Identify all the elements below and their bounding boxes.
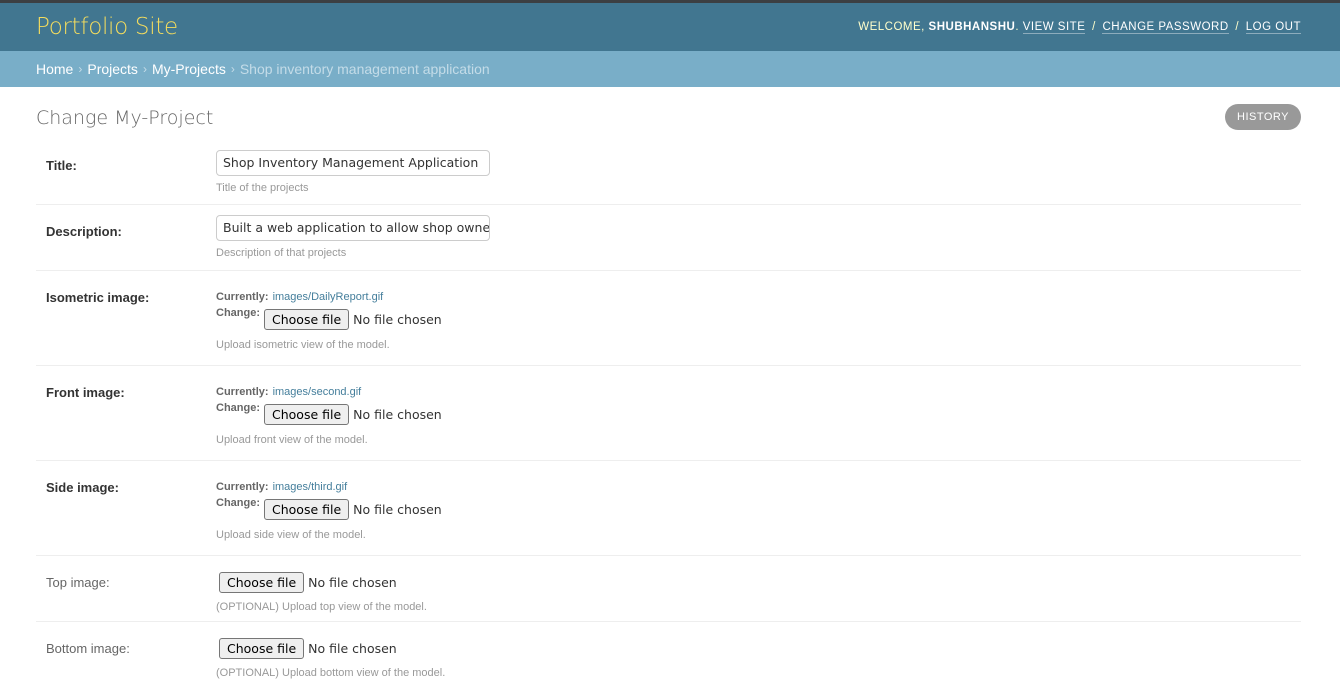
isometric-image-label: Isometric image: [46,290,150,305]
breadcrumb-my-projects[interactable]: My-Projects [152,61,226,77]
bottom-image-label: Bottom image: [46,641,130,656]
history-button[interactable]: HISTORY [1225,104,1301,130]
form-row-description: Description: Built a web application to … [36,205,1301,271]
front-choose-file-button[interactable]: Choose file [264,404,350,425]
breadcrumb-current: Shop inventory management application [239,61,490,77]
page-title: Change My-Project [36,107,214,129]
main-content: Change My-Project HISTORY Title: Shop In… [0,87,1340,688]
separator: / [1092,21,1096,33]
currently-label: Currently: [216,291,269,303]
breadcrumb-projects[interactable]: Projects [87,61,138,77]
change-label: Change: [216,402,260,414]
bottom-no-file-text: No file chosen [308,641,397,656]
log-out-link[interactable]: LOG OUT [1245,21,1301,34]
breadcrumb-home[interactable]: Home [36,61,73,77]
site-header: Portfolio Site WELCOME, SHUBHANSHU. VIEW… [0,3,1340,51]
front-no-file-text: No file chosen [353,407,442,422]
title-label: Title: [46,158,77,173]
form-row-isometric-image: Isometric image: Currently: images/Daily… [36,271,1301,366]
chevron-right-icon: › [78,62,83,76]
top-choose-file-button[interactable]: Choose file [219,572,305,593]
bottom-image-help: (OPTIONAL) Upload bottom view of the mod… [216,667,446,679]
form-row-bottom-image: Bottom image: Choose file No file chosen… [36,622,1301,688]
chevron-right-icon: › [230,62,235,76]
title-help: Title of the projects [216,182,309,194]
welcome-text: WELCOME, [858,21,925,33]
description-label: Description: [46,224,122,239]
top-no-file-text: No file chosen [308,575,397,590]
change-label: Change: [216,307,260,319]
top-image-help: (OPTIONAL) Upload top view of the model. [216,601,427,613]
change-label: Change: [216,497,260,509]
currently-label: Currently: [216,481,269,493]
form-row-side-image: Side image: Currently: images/third.gif … [36,461,1301,556]
change-password-link[interactable]: CHANGE PASSWORD [1102,21,1229,34]
isometric-choose-file-button[interactable]: Choose file [264,309,350,330]
breadcrumb: Home › Projects › My-Projects › Shop inv… [0,51,1340,87]
description-input[interactable]: Built a web application to allow shop ow… [216,215,490,241]
isometric-image-help: Upload isometric view of the model. [216,339,390,351]
view-site-link[interactable]: VIEW SITE [1022,21,1086,34]
isometric-no-file-text: No file chosen [353,312,442,327]
isometric-current-file-link[interactable]: images/DailyReport.gif [273,291,384,303]
description-help: Description of that projects [216,247,347,259]
user-tools: WELCOME, SHUBHANSHU. VIEW SITE / CHANGE … [858,21,1301,34]
front-image-help: Upload front view of the model. [216,434,368,446]
form-row-front-image: Front image: Currently: images/second.gi… [36,366,1301,461]
side-current-file-link[interactable]: images/third.gif [273,481,348,493]
separator: / [1235,21,1240,33]
top-image-label: Top image: [46,575,110,590]
chevron-right-icon: › [142,62,147,76]
currently-label: Currently: [216,386,269,398]
title-input[interactable]: Shop Inventory Management Application [216,150,490,176]
form-row-title: Title: Shop Inventory Management Applica… [36,139,1301,205]
username: SHUBHANSHU [928,21,1016,33]
side-image-label: Side image: [46,480,119,495]
bottom-choose-file-button[interactable]: Choose file [219,638,305,659]
front-current-file-link[interactable]: images/second.gif [273,386,362,398]
side-no-file-text: No file chosen [353,502,442,517]
form-row-top-image: Top image: Choose file No file chosen (O… [36,556,1301,622]
site-branding[interactable]: Portfolio Site [36,14,178,40]
side-choose-file-button[interactable]: Choose file [264,499,350,520]
side-image-help: Upload side view of the model. [216,529,366,541]
front-image-label: Front image: [46,385,125,400]
